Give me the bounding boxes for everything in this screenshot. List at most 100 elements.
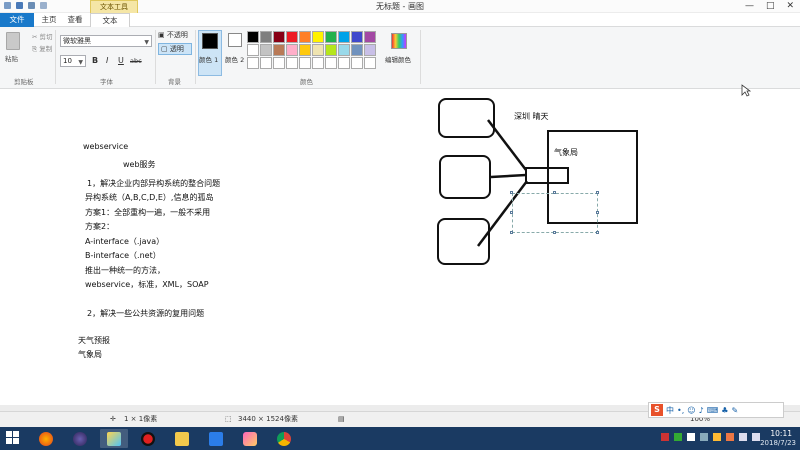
image-size: 3440 × 1524像素 <box>238 415 298 423</box>
tab-view[interactable]: 查看 <box>63 13 87 27</box>
opaque-button[interactable]: ▣ 不透明 <box>158 30 188 40</box>
textbox-content[interactable]: 深圳 晴天 <box>514 111 549 122</box>
taskbar-eclipse[interactable] <box>66 429 94 448</box>
palette-swatch[interactable] <box>351 57 363 69</box>
tray-record-icon[interactable] <box>661 433 669 441</box>
tray-volume-icon[interactable] <box>752 433 760 441</box>
font-size-select[interactable]: 10 ▼ <box>60 55 86 67</box>
tab-text[interactable]: 文本 <box>90 13 130 28</box>
tray-app-icon[interactable] <box>726 433 734 441</box>
resize-handle[interactable] <box>596 231 599 234</box>
skin-icon[interactable]: ♣ <box>721 406 728 415</box>
palette-swatch[interactable] <box>299 57 311 69</box>
strikethrough-button[interactable]: abc <box>130 57 142 65</box>
clock-date[interactable]: 2018/7/23 <box>760 439 796 447</box>
tab-home[interactable]: 主页 <box>37 13 61 27</box>
palette-swatch[interactable] <box>247 31 259 43</box>
text-selection-box[interactable] <box>512 193 598 233</box>
tray-app-icon[interactable] <box>687 433 695 441</box>
keyboard-icon[interactable]: ⌨ <box>707 406 719 415</box>
group-divider <box>420 30 421 84</box>
palette-swatch[interactable] <box>312 44 324 56</box>
taskbar-wps[interactable] <box>202 429 230 448</box>
start-button[interactable] <box>6 431 20 445</box>
ime-mode[interactable]: 中 <box>666 405 674 416</box>
ime-logo-icon[interactable]: S <box>651 404 663 416</box>
tray-network-icon[interactable] <box>739 433 747 441</box>
palette-swatch[interactable] <box>299 31 311 43</box>
palette-swatch[interactable] <box>338 57 350 69</box>
resize-handle[interactable] <box>510 211 513 214</box>
resize-handle[interactable] <box>510 231 513 234</box>
palette-swatch[interactable] <box>286 31 298 43</box>
taskbar-firefox[interactable] <box>32 429 60 448</box>
system-box-middle <box>439 155 491 199</box>
color1-swatch[interactable] <box>202 33 218 49</box>
resize-handle[interactable] <box>553 231 556 234</box>
group-divider <box>195 30 196 84</box>
tray-app-icon[interactable] <box>700 433 708 441</box>
taskbar-paint[interactable] <box>100 429 128 448</box>
tray-security-icon[interactable] <box>674 433 682 441</box>
taskbar-recorder[interactable] <box>134 429 162 448</box>
palette-swatch[interactable] <box>273 57 285 69</box>
resize-handle[interactable] <box>510 191 513 194</box>
palette-swatch[interactable] <box>312 57 324 69</box>
emoji-icon[interactable]: ☺ <box>687 406 695 415</box>
palette-swatch[interactable] <box>299 44 311 56</box>
maximize-button[interactable]: □ <box>766 1 775 11</box>
edit-colors-icon[interactable] <box>391 33 407 49</box>
taskbar-chrome[interactable] <box>270 429 298 448</box>
minimize-button[interactable]: — <box>745 1 754 11</box>
tab-file[interactable]: 文件 <box>0 13 34 27</box>
transparent-button[interactable]: ▢ 透明 <box>158 43 192 55</box>
paste-icon[interactable] <box>6 32 20 50</box>
edit-colors-button[interactable]: 编辑颜色 <box>385 54 411 64</box>
palette-swatch[interactable] <box>260 31 272 43</box>
palette-swatch[interactable] <box>351 31 363 43</box>
punctuation-icon[interactable]: •, <box>677 406 684 415</box>
font-family-select[interactable]: 微软雅黑 ▼ <box>60 35 152 47</box>
microphone-icon[interactable]: ♪ <box>699 406 704 415</box>
palette-swatch[interactable] <box>286 44 298 56</box>
taskbar-chat[interactable] <box>236 429 264 448</box>
color2-label: 颜色 2 <box>225 56 245 64</box>
cut-button[interactable]: ✂ 剪切 <box>32 31 53 41</box>
bold-button[interactable]: B <box>92 56 98 65</box>
toolbox-icon[interactable]: ✎ <box>731 406 738 415</box>
copy-button[interactable]: ⎘ 复制 <box>32 43 52 54</box>
underline-button[interactable]: U <box>118 56 124 65</box>
palette-swatch[interactable] <box>260 44 272 56</box>
palette-swatch[interactable] <box>338 31 350 43</box>
italic-button[interactable]: I <box>106 56 108 65</box>
palette-swatch[interactable] <box>325 31 337 43</box>
palette-swatch[interactable] <box>364 44 376 56</box>
drawing-canvas[interactable]: webservice web服务 1，解决企业内部异构系统的整合问题 异构系统（… <box>0 90 800 408</box>
resize-handle[interactable] <box>596 191 599 194</box>
palette-swatch[interactable] <box>273 44 285 56</box>
palette-swatch[interactable] <box>273 31 285 43</box>
palette-swatch[interactable] <box>364 31 376 43</box>
palette-swatch[interactable] <box>247 44 259 56</box>
palette-swatch[interactable] <box>351 44 363 56</box>
color2-swatch[interactable] <box>228 33 242 47</box>
group-divider <box>55 30 56 84</box>
resize-handle[interactable] <box>553 191 556 194</box>
tray-app-icon[interactable] <box>713 433 721 441</box>
palette-swatch[interactable] <box>364 57 376 69</box>
palette-swatch[interactable] <box>260 57 272 69</box>
taskbar-explorer[interactable] <box>168 429 196 448</box>
ime-toolbar[interactable]: S 中 •, ☺ ♪ ⌨ ♣ ✎ <box>648 402 784 418</box>
close-button[interactable]: ✕ <box>786 1 794 11</box>
palette-swatch[interactable] <box>286 57 298 69</box>
palette-swatch[interactable] <box>325 44 337 56</box>
palette-swatch[interactable] <box>312 31 324 43</box>
paste-button[interactable]: 粘贴 <box>5 53 18 63</box>
palette-swatch[interactable] <box>325 57 337 69</box>
scissors-icon: ✂ <box>32 33 40 41</box>
palette-swatch[interactable] <box>338 44 350 56</box>
clock-time[interactable]: 10:11 <box>770 429 792 438</box>
transparent-icon: ▢ <box>161 45 170 53</box>
resize-handle[interactable] <box>596 211 599 214</box>
palette-swatch[interactable] <box>247 57 259 69</box>
